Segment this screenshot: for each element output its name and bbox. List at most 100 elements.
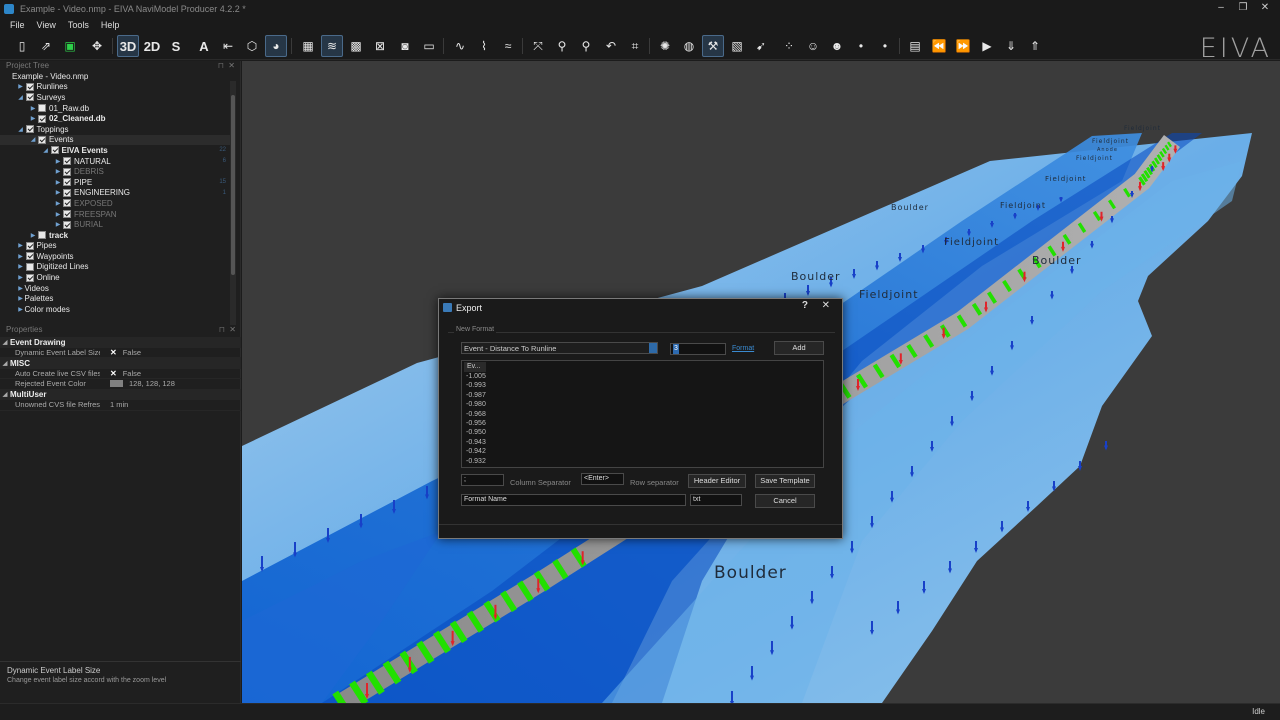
color-swatch[interactable]: [110, 380, 123, 388]
profile-bars-icon[interactable]: ⌇: [473, 35, 495, 57]
visibility-checkbox[interactable]: [63, 167, 71, 176]
location-search-icon[interactable]: ⚲: [575, 35, 597, 57]
tree-item[interactable]: ◢ Toppings: [0, 124, 230, 135]
visibility-checkbox[interactable]: [25, 125, 34, 134]
play-icon[interactable]: ▶: [976, 35, 998, 57]
property-row[interactable]: Unowned CVS file Refresh b 1 min: [0, 400, 241, 411]
download-icon[interactable]: ⇓: [1000, 35, 1022, 57]
row-separator-input[interactable]: <Enter>: [581, 473, 624, 485]
import-icon[interactable]: ⇤: [217, 35, 239, 57]
visibility-checkbox[interactable]: [63, 188, 71, 197]
property-group[interactable]: ◢ Event Drawing: [0, 337, 241, 348]
tree-item[interactable]: ▶ DEBRIS: [0, 166, 230, 177]
tree-item[interactable]: ▶ FREESPAN: [0, 209, 230, 220]
tree-scrollbar[interactable]: [230, 81, 236, 325]
upload-icon[interactable]: ⇑: [1024, 35, 1046, 57]
tree-item[interactable]: ▶ ENGINEERING 1: [0, 188, 230, 199]
grid-icon[interactable]: ▦: [297, 35, 319, 57]
visibility-checkbox[interactable]: [38, 114, 46, 123]
maximize-button[interactable]: ❐: [1234, 0, 1252, 17]
expand-arrow-icon[interactable]: ▶: [17, 295, 25, 302]
format-name-input[interactable]: Format Name: [461, 494, 686, 506]
profile-icon[interactable]: ∿: [449, 35, 471, 57]
fast-forward-icon[interactable]: ⏩: [952, 35, 974, 57]
tree-item[interactable]: ▶ track: [0, 230, 230, 241]
tree-item[interactable]: ▶ Palettes: [0, 293, 230, 304]
ruler-icon[interactable]: ▭: [418, 35, 440, 57]
dots-icon[interactable]: ⁘: [778, 35, 800, 57]
expand-arrow-icon[interactable]: ▶: [17, 253, 25, 260]
node-remove-icon[interactable]: •: [874, 35, 896, 57]
extension-input[interactable]: txt: [690, 494, 742, 506]
tree-item[interactable]: ▶ PIPE 15: [0, 177, 230, 188]
tree-item[interactable]: ▶ 02_Cleaned.db: [0, 113, 230, 124]
format-link[interactable]: Format: [732, 345, 754, 352]
visibility-checkbox[interactable]: [38, 104, 46, 113]
menu-tools[interactable]: Tools: [68, 20, 89, 30]
expand-arrow-icon[interactable]: ▶: [29, 105, 37, 112]
visibility-checkbox[interactable]: [25, 262, 34, 271]
tree-item[interactable]: ▶ BURIAL: [0, 219, 230, 230]
visibility-checkbox[interactable]: [63, 210, 71, 219]
camera-icon[interactable]: ◙: [394, 35, 416, 57]
satellite-icon[interactable]: ✥: [86, 35, 108, 57]
profile-wave-icon[interactable]: ≈: [497, 35, 519, 57]
rewind-icon[interactable]: ⏪: [928, 35, 950, 57]
visibility-checkbox[interactable]: [25, 241, 34, 250]
expand-arrow-icon[interactable]: ▶: [17, 306, 25, 313]
tree-item[interactable]: ▶ EXPOSED: [0, 198, 230, 209]
help-button[interactable]: ?: [802, 300, 808, 311]
dropdown-arrow-icon[interactable]: [649, 343, 657, 353]
settings-sun-icon[interactable]: ✺: [654, 35, 676, 57]
visibility-checkbox[interactable]: [63, 199, 71, 208]
tree-item[interactable]: ▶ Color modes: [0, 304, 230, 315]
view-3d-button[interactable]: 3D: [117, 35, 139, 57]
property-value[interactable]: 128, 128, 128: [100, 379, 175, 388]
menu-file[interactable]: File: [10, 20, 25, 30]
collapse-arrow-icon[interactable]: ◢: [0, 391, 10, 398]
preview-column-header[interactable]: Ev...: [464, 362, 486, 372]
visibility-checkbox[interactable]: [25, 273, 34, 282]
expand-arrow-icon[interactable]: ◢: [42, 147, 50, 154]
expand-arrow-icon[interactable]: ▶: [17, 263, 25, 270]
add-button[interactable]: Add: [774, 341, 824, 355]
expand-arrow-icon[interactable]: ▶: [54, 158, 62, 165]
property-value[interactable]: ✕ False: [100, 369, 141, 378]
tree-item[interactable]: ◢ Surveys: [0, 92, 230, 103]
expand-arrow-icon[interactable]: ▶: [54, 221, 62, 228]
property-value[interactable]: 1 min: [100, 400, 128, 409]
field-select[interactable]: Event - Distance To Runline: [461, 342, 658, 354]
property-row[interactable]: Auto Create live CSV files ✕ False: [0, 369, 241, 379]
open-project-icon[interactable]: ⇗: [35, 35, 57, 57]
collapse-arrow-icon[interactable]: ◢: [0, 339, 10, 346]
save-template-button[interactable]: Save Template: [755, 474, 815, 488]
collapse-arrow-icon[interactable]: ◢: [0, 360, 10, 367]
menu-view[interactable]: View: [37, 20, 56, 30]
save-project-icon[interactable]: ▣: [59, 35, 81, 57]
expand-arrow-icon[interactable]: ▶: [54, 168, 62, 175]
location-pin-icon[interactable]: ⚲: [551, 35, 573, 57]
cancel-button[interactable]: Cancel: [755, 494, 815, 508]
visibility-checkbox[interactable]: [38, 135, 46, 144]
tree-item[interactable]: ▶ Runlines: [0, 82, 230, 93]
contour-icon[interactable]: ≋: [321, 35, 343, 57]
smiley-icon[interactable]: ☺: [802, 35, 824, 57]
expand-arrow-icon[interactable]: ▶: [54, 200, 62, 207]
property-row[interactable]: Rejected Event Color 128, 128, 128: [0, 379, 241, 390]
decimals-input[interactable]: 3: [670, 343, 726, 355]
tree-item[interactable]: ◢ Events: [0, 134, 230, 146]
close-dialog-button[interactable]: ✕: [822, 300, 830, 311]
close-window-button[interactable]: ✕: [1256, 0, 1274, 17]
world-icon[interactable]: ◍: [678, 35, 700, 57]
smiley-active-icon[interactable]: ☻: [826, 35, 848, 57]
property-group[interactable]: ◢ MultiUser: [0, 389, 241, 400]
sphere-icon[interactable]: ◕: [265, 35, 287, 57]
tree-item[interactable]: ▶ Videos: [0, 283, 230, 294]
chart-window-icon[interactable]: ⊠: [369, 35, 391, 57]
visibility-checkbox[interactable]: [63, 220, 71, 229]
property-row[interactable]: Dynamic Event Label Size ✕ False: [0, 348, 241, 358]
expand-arrow-icon[interactable]: ◢: [17, 94, 25, 101]
visibility-checkbox[interactable]: [63, 157, 71, 166]
property-group[interactable]: ◢ MISC: [0, 358, 241, 369]
visibility-checkbox[interactable]: [25, 93, 34, 102]
